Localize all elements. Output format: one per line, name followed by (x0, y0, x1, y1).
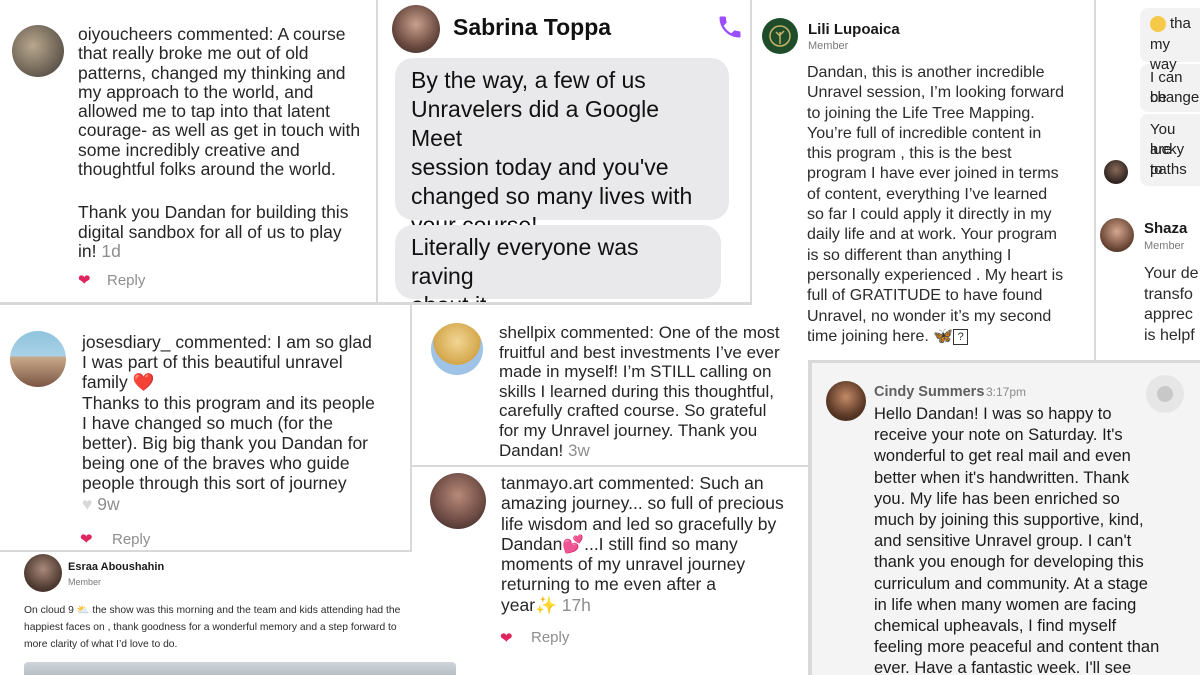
comment-text: On cloud 9 ⛅ the show was this morning a… (24, 605, 401, 650)
tanmayo-comment-card: tanmayo.art commented: Such an amazing j… (412, 467, 808, 675)
tree-icon (769, 25, 791, 47)
username: oiyoucheers (78, 24, 173, 44)
user-avatar[interactable] (430, 473, 486, 529)
heart-icon[interactable]: ❤ (500, 629, 513, 647)
sabrina-chat-card: Sabrina Toppa By the way, a few of us Un… (378, 0, 750, 302)
josesdiary-comment-card: josesdiary_ commented: I am so glad I wa… (0, 305, 410, 550)
username: shellpix (499, 323, 556, 342)
oiyoucheers-comment-card: oiyoucheers commented: A course that rea… (0, 0, 376, 302)
username: josesdiary_ (82, 332, 171, 352)
comment-text: Dandan, this is another incredible Unrav… (807, 64, 1064, 345)
message-text: paths (1150, 161, 1187, 178)
member-avatar[interactable] (1100, 218, 1134, 252)
user-avatar[interactable] (12, 25, 64, 77)
message-text: Hello Dandan! I was so happy to receive … (874, 405, 1160, 675)
comment-text: shellpix commented: One of the most frui… (499, 323, 780, 460)
emoji-icon (1150, 16, 1166, 32)
timestamp: 3w (568, 440, 590, 460)
reply-button[interactable]: Reply (107, 272, 145, 289)
timestamp: 17h (561, 594, 591, 615)
user-avatar[interactable] (431, 323, 483, 375)
comment-text: Your de transfo apprec is helpf (1144, 265, 1199, 344)
timestamp: 1d (101, 240, 121, 261)
shellpix-comment-card: shellpix commented: One of the most frui… (412, 305, 808, 465)
contact-name: Sabrina Toppa (453, 14, 612, 40)
partial-thread-card: tha my way I can be change You are lucky… (1096, 0, 1200, 360)
attached-photo[interactable] (24, 662, 456, 675)
user-avatar[interactable] (10, 331, 66, 387)
heart-icon[interactable]: ❤ (78, 271, 91, 289)
member-name[interactable]: Lili Lupoaica (808, 21, 900, 38)
contact-avatar[interactable] (392, 5, 440, 53)
reply-button[interactable]: Reply (112, 531, 150, 548)
message-bubble: By the way, a few of us Unravelers did a… (395, 58, 729, 238)
comment-text: josesdiary_ commented: I am so glad I wa… (82, 332, 375, 514)
user-avatar[interactable] (1104, 160, 1128, 184)
phone-icon[interactable] (716, 13, 744, 41)
member-role: Member (808, 40, 849, 52)
heart-icon[interactable]: ❤ (80, 530, 93, 548)
unknown-glyph-icon: ? (953, 328, 969, 345)
sender-name[interactable]: Cindy Summers (874, 384, 984, 400)
timestamp: 3:17pm (986, 385, 1027, 399)
dot-icon (1157, 386, 1173, 402)
message-bubble: Literally everyone was raving about it (395, 225, 721, 302)
member-name[interactable]: Esraa Aboushahin (68, 561, 164, 573)
message-text: change (1150, 89, 1200, 106)
comment-text: oiyoucheers commented: A course that rea… (78, 24, 361, 261)
message-text: tha (1170, 15, 1191, 32)
username: tanmayo.art (501, 473, 594, 493)
esraa-comment-card: Esraa Aboushahin Member On cloud 9 ⛅ the… (0, 552, 465, 675)
comment-text: tanmayo.art commented: Such an amazing j… (501, 473, 784, 615)
heart-emoji-icon: ❤️ (132, 372, 155, 393)
white-heart-icon: ♥ (82, 493, 93, 514)
member-avatar[interactable] (762, 18, 798, 54)
member-name[interactable]: Shaza (1144, 220, 1187, 237)
member-role: Member (68, 577, 102, 587)
reply-button[interactable]: Reply (531, 629, 569, 646)
timestamp: 9w (97, 493, 120, 514)
user-avatar[interactable] (826, 381, 866, 421)
cindy-message-card: Cindy Summers 3:17pm Hello Dandan! I was… (812, 363, 1200, 675)
member-avatar[interactable] (24, 554, 62, 592)
member-role: Member (1144, 240, 1185, 252)
